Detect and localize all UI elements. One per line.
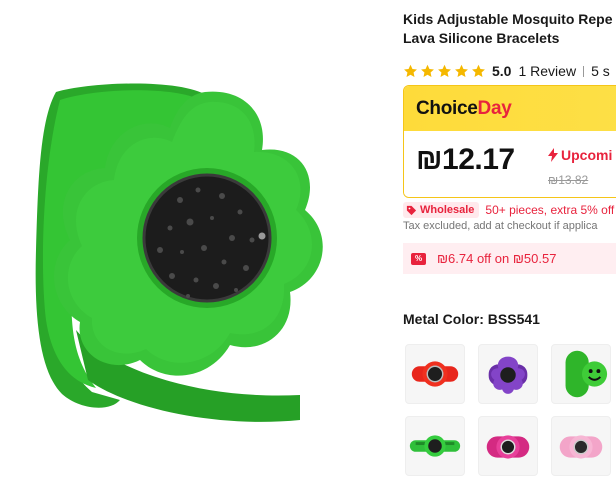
variant-swatch-light-pink-band[interactable] (551, 416, 611, 476)
rating-score: 5.0 (492, 63, 512, 79)
wholesale-badge: Wholesale (403, 202, 480, 218)
lightning-icon (548, 148, 558, 162)
price-body: ₪12.17 Upcomi ₪13.82 (404, 131, 616, 197)
wholesale-row: Wholesale 50+ pieces, extra 5% off (403, 202, 614, 218)
rating-row[interactable]: 5.0 1 Review 5 s (403, 62, 610, 80)
choice-day-header: ChoiceDay (404, 86, 616, 131)
coupon-icon: % (411, 252, 426, 265)
main-product-image[interactable] (0, 0, 396, 478)
star-icon (438, 64, 451, 77)
tag-icon (406, 205, 417, 215)
product-image-gallery (0, 0, 396, 478)
wholesale-text: 50+ pieces, extra 5% off (485, 203, 615, 217)
choice-logo-part1: Choice (416, 97, 478, 119)
upcoming-text: Upcomi (561, 147, 613, 163)
sold-count: 5 s (591, 63, 610, 79)
star-icon (404, 64, 417, 77)
variant-swatch-green-smiley[interactable] (551, 344, 611, 404)
variant-swatch-red-flower[interactable] (405, 344, 465, 404)
product-title: Kids Adjustable Mosquito Repe Lava Silic… (403, 10, 616, 48)
review-count-link[interactable]: 1 Review (518, 63, 576, 79)
choice-day-price-box: ChoiceDay ₪12.17 Upcomi ₪13.82 (403, 85, 616, 198)
star-rating (403, 64, 486, 79)
coupon-banner[interactable]: % ₪6.74 off on ₪50.57 (403, 243, 616, 274)
product-info-panel: Kids Adjustable Mosquito Repe Lava Silic… (403, 0, 616, 478)
current-price: ₪12.17 (416, 143, 515, 176)
star-icon (421, 64, 434, 77)
variant-label: Metal Color: BSS541 (403, 311, 540, 327)
variant-swatch-green-band[interactable] (405, 416, 465, 476)
star-icon (455, 64, 468, 77)
tax-note: Tax excluded, add at checkout if applica (403, 220, 598, 232)
wholesale-badge-text: Wholesale (420, 204, 475, 216)
product-title-line1: Kids Adjustable Mosquito Repe (403, 11, 613, 27)
variant-swatch-pink-band[interactable] (478, 416, 538, 476)
coupon-text: ₪6.74 off on ₪50.57 (437, 251, 557, 266)
product-title-line2: Lava Silicone Bracelets (403, 30, 560, 46)
choice-logo-part2: Day (477, 97, 512, 119)
choice-day-logo: ChoiceDay (416, 98, 512, 120)
divider (583, 65, 585, 77)
star-icon (472, 64, 485, 77)
upcoming-sale-label: Upcomi (548, 147, 612, 163)
original-price: ₪13.82 (548, 173, 589, 187)
variant-swatch-purple-flower[interactable] (478, 344, 538, 404)
